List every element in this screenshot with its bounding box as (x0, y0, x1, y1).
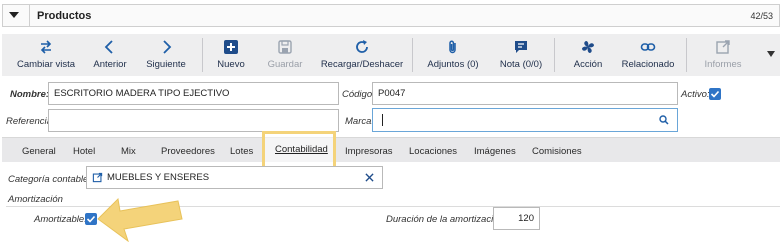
save-button[interactable]: Guardar (260, 34, 310, 76)
record-counter: 42/53 (750, 11, 773, 21)
fan-icon (582, 41, 594, 53)
codigo-label: Código: (342, 89, 375, 100)
amortizacion-section-title: Amortización (8, 194, 63, 205)
related-label: Relacionado (621, 59, 675, 70)
amortizable-label: Amortizable: (34, 214, 87, 225)
marca-input[interactable] (372, 108, 678, 132)
nombre-label: Nombre: (10, 89, 50, 100)
save-icon (278, 40, 292, 54)
change-view-label: Cambiar vista (16, 59, 76, 70)
tab-imagenes[interactable]: Imágenes (474, 146, 516, 157)
collapse-caret-icon[interactable] (9, 11, 19, 19)
activo-checkbox[interactable] (709, 88, 721, 100)
tab-proveedores[interactable]: Proveedores (161, 146, 215, 157)
categoria-label: Categoría contable: (8, 174, 91, 185)
plus-square-icon (224, 40, 238, 54)
text-cursor (382, 114, 383, 126)
tab-general[interactable]: General (22, 146, 56, 157)
attachments-label: Adjuntos (0) (427, 59, 479, 70)
note-label: Nota (0/0) (499, 59, 543, 70)
toolbar-separator (554, 38, 555, 72)
new-button[interactable]: Nuevo (208, 34, 254, 76)
change-view-button[interactable]: Cambiar vista (10, 34, 82, 76)
tab-bar: General Hotel Mix Proveedores Lotes Impr… (2, 137, 780, 162)
action-button[interactable]: Acción (562, 34, 614, 76)
external-link-icon (716, 40, 730, 54)
window-titlebar: Productos 42/53 (2, 4, 780, 27)
previous-label: Anterior (93, 59, 127, 70)
tab-hotel[interactable]: Hotel (73, 146, 95, 157)
search-icon[interactable] (659, 115, 669, 125)
activo-label: Activo: (681, 89, 710, 100)
attachments-button[interactable]: Adjuntos (0) (418, 34, 488, 76)
toolbar-separator (202, 38, 203, 72)
toolbar: Cambiar vista Anterior Siguiente Nuevo G… (2, 34, 780, 76)
tab-comisiones[interactable]: Comisiones (532, 146, 582, 157)
note-button[interactable]: Nota (0/0) (492, 34, 550, 76)
save-label: Guardar (267, 59, 303, 70)
action-label: Acción (573, 59, 603, 70)
next-button[interactable]: Siguiente (140, 34, 192, 76)
marca-label: Marca: (345, 116, 375, 127)
categoria-field[interactable]: MUEBLES Y ENSERES (86, 166, 383, 189)
codigo-field[interactable]: P0047 (372, 82, 678, 105)
chevron-left-icon (104, 40, 113, 54)
titlebar-divider (29, 5, 30, 26)
open-record-icon[interactable] (92, 172, 103, 183)
tab-impresoras[interactable]: Impresoras (345, 146, 393, 157)
next-label: Siguiente (146, 59, 186, 70)
toolbar-overflow-caret-icon[interactable] (767, 51, 775, 57)
chevron-right-icon (163, 40, 172, 54)
tab-lotes[interactable]: Lotes (230, 146, 253, 157)
toolbar-separator (686, 38, 687, 72)
reload-button[interactable]: Recargar/Deshacer (314, 34, 410, 76)
previous-button[interactable]: Anterior (84, 34, 136, 76)
paperclip-icon (449, 40, 456, 54)
reload-label: Recargar/Deshacer (320, 59, 404, 70)
duracion-field[interactable]: 120 (493, 207, 540, 230)
categoria-value: MUEBLES Y ENSERES (107, 172, 210, 183)
window-title: Productos (37, 10, 92, 22)
tab-contabilidad[interactable]: Contabilidad (275, 144, 328, 155)
referencia-field[interactable] (48, 109, 339, 132)
reload-icon (356, 40, 368, 53)
tab-locaciones[interactable]: Locaciones (409, 146, 457, 157)
toolbar-separator (412, 38, 413, 72)
note-icon (515, 41, 527, 53)
highlight-arrow-icon (97, 197, 183, 242)
tab-mix[interactable]: Mix (121, 146, 136, 157)
new-label: Nuevo (217, 59, 245, 70)
swap-arrows-icon (40, 40, 52, 54)
reports-label: Informes (704, 59, 742, 70)
reports-button[interactable]: Informes (692, 34, 754, 76)
duracion-label: Duración de la amortización: (386, 214, 507, 225)
nombre-field[interactable]: ESCRITORIO MADERA TIPO EJECTIVO (48, 82, 339, 105)
link-icon (640, 43, 656, 51)
related-button[interactable]: Relacionado (616, 34, 680, 76)
clear-icon[interactable] (365, 173, 374, 182)
check-icon (710, 90, 720, 98)
